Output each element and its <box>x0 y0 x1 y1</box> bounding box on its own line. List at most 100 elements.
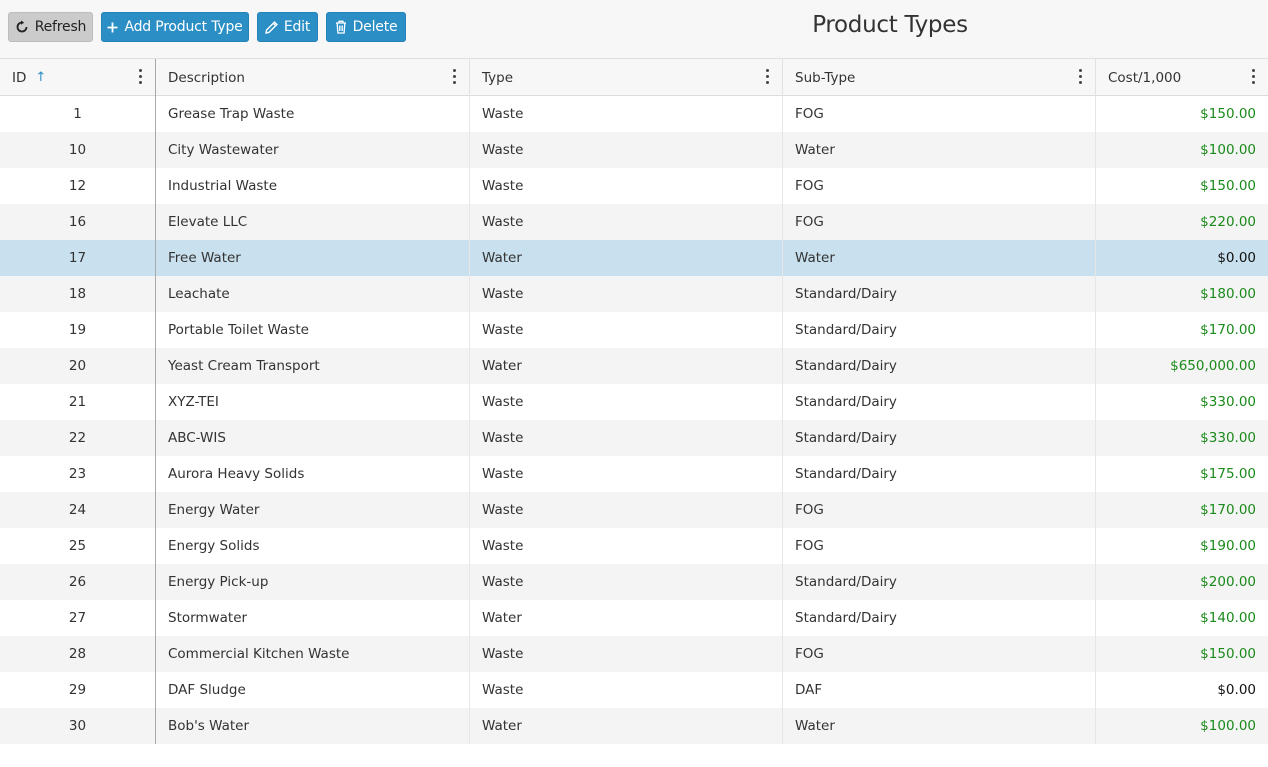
cell-cost: $150.00 <box>1200 106 1256 122</box>
cell-subtype: Standard/Dairy <box>783 420 1096 456</box>
refresh-button[interactable]: Refresh <box>8 12 93 42</box>
column-header-description[interactable]: Description <box>156 59 470 96</box>
cell-subtype: Standard/Dairy <box>783 564 1096 600</box>
cell-cost: $150.00 <box>1200 178 1256 194</box>
column-header-id-label: ID <box>12 69 27 86</box>
cell-cost: $170.00 <box>1200 502 1256 518</box>
table-row[interactable]: 19 Portable Toilet Waste Waste Standard/Dai… <box>0 312 1268 348</box>
delete-button[interactable]: Delete <box>326 12 406 42</box>
cell-id: 19 <box>0 312 156 348</box>
cell-subtype: Standard/Dairy <box>783 600 1096 636</box>
grid-header: ID ↑ Description Type Sub-Type Cost/1,00… <box>0 58 1268 96</box>
table-row[interactable]: 17 Free Water Water Water $0.00 <box>0 240 1268 276</box>
cell-description: City Wastewater <box>156 132 470 168</box>
cell-id: 25 <box>0 528 156 564</box>
cell-subtype: Water <box>783 132 1096 168</box>
cell-id: 30 <box>0 708 156 744</box>
cell-type: Water <box>470 708 783 744</box>
cell-subtype: Standard/Dairy <box>783 456 1096 492</box>
cell-subtype: FOG <box>783 204 1096 240</box>
cell-type: Water <box>470 600 783 636</box>
cell-cost: $100.00 <box>1200 142 1256 158</box>
column-menu-icon[interactable] <box>766 69 770 85</box>
table-row[interactable]: 25 Energy Solids Waste FOG $190.00 <box>0 528 1268 564</box>
column-header-cost[interactable]: Cost/1,000 <box>1096 59 1268 96</box>
column-menu-icon[interactable] <box>1079 69 1083 85</box>
cell-id: 1 <box>0 96 156 132</box>
table-row[interactable]: 29 DAF Sludge Waste DAF $0.00 <box>0 672 1268 708</box>
table-row[interactable]: 22 ABC-WIS Waste Standard/Dairy $330.00 <box>0 420 1268 456</box>
sort-ascending-icon: ↑ <box>35 70 47 85</box>
refresh-label: Refresh <box>34 19 87 35</box>
cell-type: Waste <box>470 384 783 420</box>
cell-type: Waste <box>470 636 783 672</box>
cell-description: Yeast Cream Transport <box>156 348 470 384</box>
cell-id: 26 <box>0 564 156 600</box>
column-header-description-label: Description <box>168 69 245 86</box>
cell-subtype: Standard/Dairy <box>783 312 1096 348</box>
cell-description: Elevate LLC <box>156 204 470 240</box>
cell-cost: $220.00 <box>1200 214 1256 230</box>
column-header-subtype[interactable]: Sub-Type <box>783 59 1096 96</box>
cell-description: ABC-WIS <box>156 420 470 456</box>
cell-id: 24 <box>0 492 156 528</box>
table-row[interactable]: 27 Stormwater Water Standard/Dairy $140.00 <box>0 600 1268 636</box>
table-row[interactable]: 28 Commercial Kitchen Waste Waste FOG $150.0… <box>0 636 1268 672</box>
cell-description: Grease Trap Waste <box>156 96 470 132</box>
table-row[interactable]: 1 Grease Trap Waste Waste FOG $150.00 <box>0 96 1268 132</box>
column-header-type[interactable]: Type <box>470 59 783 96</box>
cell-description: XYZ-TEI <box>156 384 470 420</box>
column-menu-icon[interactable] <box>453 69 457 85</box>
cell-cost: $175.00 <box>1200 466 1256 482</box>
table-row[interactable]: 24 Energy Water Waste FOG $170.00 <box>0 492 1268 528</box>
cell-type: Waste <box>470 456 783 492</box>
table-row[interactable]: 21 XYZ-TEI Waste Standard/Dairy $330.00 <box>0 384 1268 420</box>
cell-description: Aurora Heavy Solids <box>156 456 470 492</box>
cell-cost: $330.00 <box>1200 430 1256 446</box>
cell-subtype: Standard/Dairy <box>783 276 1096 312</box>
table-row[interactable]: 23 Aurora Heavy Solids Waste Standard/Dairy… <box>0 456 1268 492</box>
column-header-id[interactable]: ID ↑ <box>0 59 156 96</box>
cell-description: Industrial Waste <box>156 168 470 204</box>
table-row[interactable]: 10 City Wastewater Waste Water $100.00 <box>0 132 1268 168</box>
cell-subtype: FOG <box>783 168 1096 204</box>
table-row[interactable]: 30 Bob's Water Water Water $100.00 <box>0 708 1268 744</box>
cell-cost: $190.00 <box>1200 538 1256 554</box>
cell-cost: $150.00 <box>1200 646 1256 662</box>
cell-id: 16 <box>0 204 156 240</box>
cell-id: 20 <box>0 348 156 384</box>
table-row[interactable]: 16 Elevate LLC Waste FOG $220.00 <box>0 204 1268 240</box>
cell-cost: $650,000.00 <box>1170 358 1256 374</box>
cell-subtype: FOG <box>783 528 1096 564</box>
pencil-icon <box>264 20 278 34</box>
add-product-type-button[interactable]: Add Product Type <box>101 12 249 42</box>
table-row[interactable]: 18 Leachate Waste Standard/Dairy $180.00 <box>0 276 1268 312</box>
cell-cost: $140.00 <box>1200 610 1256 626</box>
cell-subtype: Water <box>783 240 1096 276</box>
cell-type: Water <box>470 348 783 384</box>
page-title: Product Types <box>812 12 968 38</box>
cell-description: Portable Toilet Waste <box>156 312 470 348</box>
cell-cost: $200.00 <box>1200 574 1256 590</box>
column-menu-icon[interactable] <box>139 69 143 85</box>
column-header-cost-label: Cost/1,000 <box>1108 69 1182 86</box>
cell-type: Waste <box>470 492 783 528</box>
table-row[interactable]: 12 Industrial Waste Waste FOG $150.00 <box>0 168 1268 204</box>
cell-type: Waste <box>470 312 783 348</box>
edit-button[interactable]: Edit <box>257 12 318 42</box>
cell-description: DAF Sludge <box>156 672 470 708</box>
edit-label: Edit <box>283 19 311 35</box>
cell-type: Waste <box>470 132 783 168</box>
column-header-type-label: Type <box>482 69 514 86</box>
table-row[interactable]: 20 Yeast Cream Transport Water Standard/Dai… <box>0 348 1268 384</box>
cell-type: Waste <box>470 564 783 600</box>
cell-subtype: FOG <box>783 492 1096 528</box>
cell-id: 10 <box>0 132 156 168</box>
column-menu-icon[interactable] <box>1252 69 1256 85</box>
cell-subtype: Water <box>783 708 1096 744</box>
cell-description: Energy Water <box>156 492 470 528</box>
cell-subtype: Standard/Dairy <box>783 348 1096 384</box>
column-header-subtype-label: Sub-Type <box>795 69 856 86</box>
cell-subtype: Standard/Dairy <box>783 384 1096 420</box>
table-row[interactable]: 26 Energy Pick-up Waste Standard/Dairy $200.… <box>0 564 1268 600</box>
